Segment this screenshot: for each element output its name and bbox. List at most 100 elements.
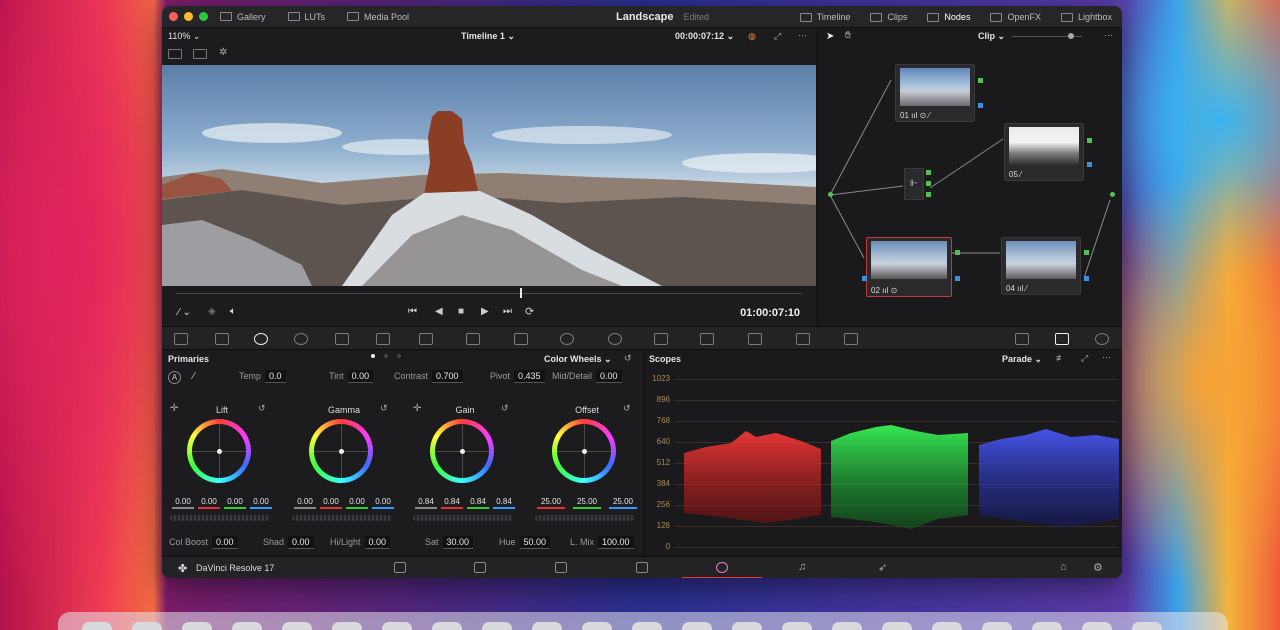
wheel-handle[interactable] [339, 449, 344, 454]
lift-b-value[interactable]: 0.00 [250, 497, 272, 509]
rgb-mixer-icon[interactable] [335, 333, 349, 345]
window-icon[interactable] [560, 333, 574, 345]
gamma-master-wheel[interactable] [292, 515, 392, 521]
dock-app-icon[interactable] [1032, 622, 1062, 630]
luma-mix-control[interactable]: L. Mix 100.00 [570, 536, 634, 549]
fusion-page-icon[interactable] [636, 562, 648, 573]
more-options-icon[interactable]: ⋯ [798, 30, 807, 41]
node-output-port[interactable] [978, 103, 983, 108]
dock-app-icon[interactable] [282, 622, 312, 630]
offset-b-value[interactable]: 25.00 [609, 497, 637, 509]
layers-icon[interactable]: ◈ [208, 306, 216, 317]
gain-master-wheel[interactable] [413, 515, 513, 521]
media-pool-button[interactable]: Media Pool [347, 12, 409, 22]
contrast-control[interactable]: Contrast 0.700 [394, 370, 463, 383]
node-input-port[interactable] [828, 192, 833, 197]
dock-app-icon[interactable] [532, 622, 562, 630]
dock-app-icon[interactable] [332, 622, 362, 630]
node-output-port[interactable] [926, 192, 931, 197]
cut-page-icon[interactable] [474, 562, 486, 573]
node-input-port[interactable] [862, 276, 867, 281]
qualifier-icon[interactable] [514, 333, 528, 345]
node-output-port[interactable] [1087, 162, 1092, 167]
gain-y-value[interactable]: 0.84 [415, 497, 437, 509]
node-output-port[interactable] [1084, 276, 1089, 281]
mid-detail-control[interactable]: Mid/Detail 0.00 [552, 370, 622, 383]
wheel-handle[interactable] [582, 449, 587, 454]
lift-y-value[interactable]: 0.00 [172, 497, 194, 509]
scope-mode-dropdown[interactable]: Parade ⌄ [1002, 354, 1042, 365]
gamma-g-value[interactable]: 0.00 [346, 497, 368, 509]
page-dot-active[interactable] [371, 354, 375, 358]
splitter-node[interactable]: ⊩ [904, 168, 924, 200]
nodes-button[interactable]: Nodes [927, 12, 970, 22]
zoom-dropdown[interactable]: 110% ⌄ [168, 31, 200, 42]
primaries-mode-dropdown[interactable]: Color Wheels ⌄ [544, 354, 612, 365]
play-icon[interactable]: ▶ [481, 306, 489, 317]
node-02[interactable]: 02 ııl ⊙ [866, 237, 952, 297]
video-viewer[interactable] [162, 65, 816, 286]
node-04[interactable]: 04 ııl ⁄ [1001, 237, 1081, 295]
dock-app-icon[interactable] [432, 622, 462, 630]
wheel-handle[interactable] [460, 449, 465, 454]
media-page-icon[interactable] [394, 562, 406, 573]
pivot-control[interactable]: Pivot 0.435 [490, 370, 545, 383]
gallery-button[interactable]: Gallery [220, 12, 266, 22]
dock-app-icon[interactable] [1082, 622, 1112, 630]
dock-app-icon[interactable] [982, 622, 1012, 630]
close-window-button[interactable] [169, 12, 178, 21]
dock-app-icon[interactable] [782, 622, 812, 630]
magic-mask-icon[interactable] [654, 333, 668, 345]
3d-icon[interactable] [844, 333, 858, 345]
skip-to-start-icon[interactable]: ⏮︎ [408, 306, 417, 317]
node-output-port[interactable] [955, 250, 960, 255]
info-icon[interactable] [1095, 333, 1109, 345]
motion-effects-icon[interactable] [376, 333, 390, 345]
lightbox-button[interactable]: Lightbox [1060, 12, 1112, 22]
timeline-dropdown[interactable]: Timeline 1 ⌄ [461, 31, 515, 42]
play-reverse-icon[interactable]: ◀ [435, 306, 443, 317]
scrub-bar[interactable] [162, 286, 816, 300]
key-icon[interactable] [748, 333, 762, 345]
gamma-r-value[interactable]: 0.00 [320, 497, 342, 509]
zoom-window-button[interactable] [199, 12, 208, 21]
dock-app-icon[interactable] [482, 622, 512, 630]
dock-app-icon[interactable] [632, 622, 662, 630]
scope-settings-icon[interactable]: ≢ [1056, 353, 1065, 363]
minimize-window-button[interactable] [184, 12, 193, 21]
color-wheels-icon[interactable] [254, 333, 268, 345]
offset-g-value[interactable]: 25.00 [573, 497, 601, 509]
timeline-button[interactable]: Timeline [799, 12, 850, 22]
stop-icon[interactable]: ■ [458, 306, 464, 317]
color-warper-icon[interactable] [466, 333, 480, 345]
node-output-port[interactable] [926, 170, 931, 175]
more-options-icon[interactable]: ⋯ [1102, 352, 1111, 363]
edit-page-icon[interactable] [555, 562, 567, 573]
offset-master-wheel[interactable] [535, 515, 635, 521]
dock-app-icon[interactable] [882, 622, 912, 630]
openfx-button[interactable]: OpenFX [990, 12, 1041, 22]
gain-g-value[interactable]: 0.84 [467, 497, 489, 509]
deliver-page-icon[interactable]: ➶ [878, 561, 887, 574]
node-output-port[interactable] [955, 276, 960, 281]
home-icon[interactable]: ⌂ [1060, 561, 1067, 573]
reset-icon[interactable]: ↺ [501, 403, 509, 414]
dock-app-icon[interactable] [82, 622, 112, 630]
node-output-port[interactable] [926, 181, 931, 186]
dock-app-icon[interactable] [1132, 622, 1162, 630]
keyframes-icon[interactable] [1015, 333, 1029, 345]
dock-app-icon[interactable] [582, 622, 612, 630]
luts-button[interactable]: LUTs [287, 12, 325, 22]
sizing-icon[interactable] [796, 333, 810, 345]
split-screen-icon[interactable] [193, 49, 207, 59]
dock-app-icon[interactable] [382, 622, 412, 630]
clips-button[interactable]: Clips [870, 12, 907, 22]
reset-icon[interactable]: ↺ [380, 403, 388, 414]
image-wipe-icon[interactable] [168, 49, 182, 59]
hue-control[interactable]: Hue 50.00 [499, 536, 551, 549]
highlights-control[interactable]: Hi/Light 0.00 [330, 536, 391, 549]
tracker-icon[interactable] [608, 333, 622, 345]
curves-icon[interactable] [419, 333, 433, 345]
auto-balance-button[interactable]: A [168, 371, 181, 384]
fairlight-page-icon[interactable]: ♫ [798, 561, 806, 573]
